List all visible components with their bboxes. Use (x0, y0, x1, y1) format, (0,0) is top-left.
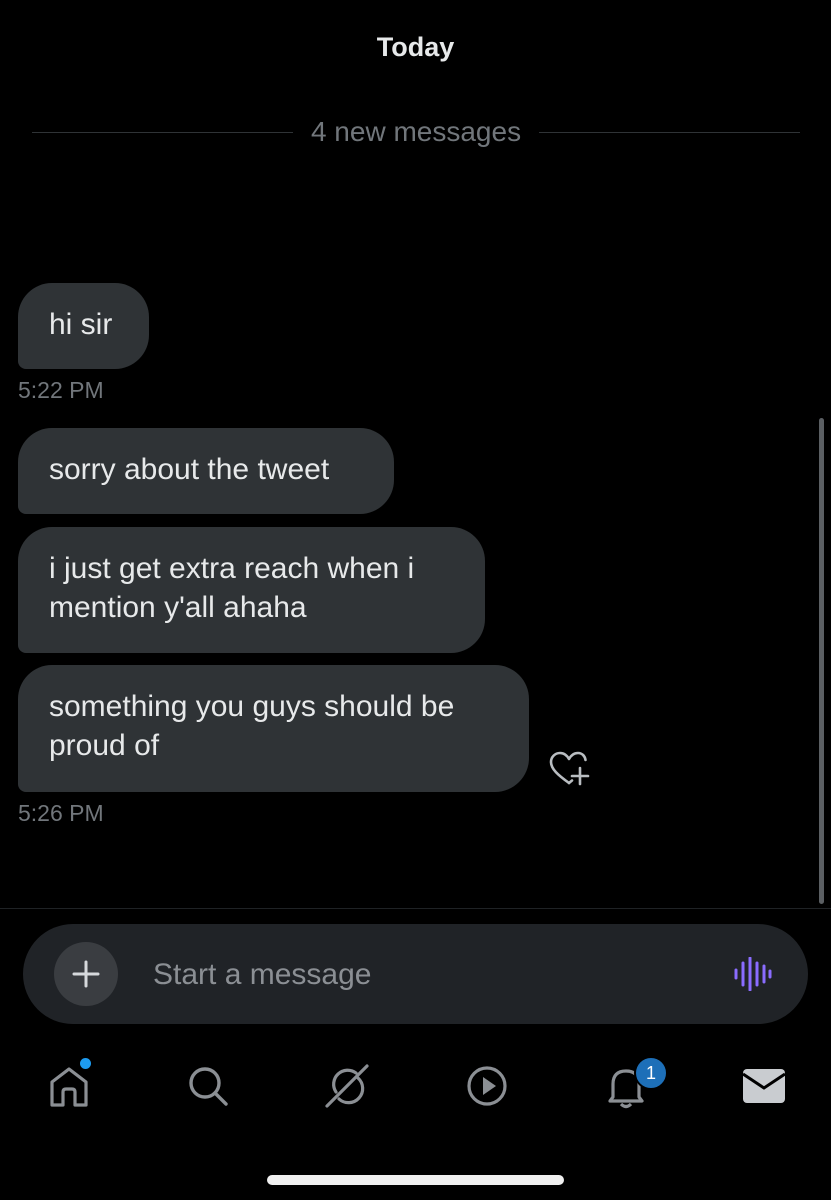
home-icon (50, 1067, 88, 1107)
new-messages-label: 4 new messages (310, 116, 522, 147)
message-composer (23, 924, 808, 1024)
notification-count-badge: 1 (634, 1056, 668, 1090)
home-notification-dot (80, 1058, 91, 1069)
tab-video[interactable] (463, 1062, 511, 1110)
message-bubble[interactable]: something you guys should be proud of (18, 665, 529, 792)
message-timestamp: 5:22 PM (18, 377, 104, 403)
message-bubble[interactable]: hi sir (18, 283, 149, 369)
voice-message-button[interactable] (733, 956, 773, 992)
tab-search[interactable] (184, 1062, 232, 1110)
message-timestamp: 5:26 PM (18, 800, 104, 826)
plus-icon (72, 960, 100, 988)
message-bubble[interactable]: sorry about the tweet (18, 428, 394, 514)
scrollbar[interactable] (819, 418, 824, 904)
message-bubble[interactable]: i just get extra reach when i mention y'… (18, 527, 485, 653)
divider-line-left (32, 131, 293, 133)
grok-icon (325, 1064, 369, 1108)
message-input[interactable] (151, 950, 715, 1000)
mail-icon (742, 1069, 786, 1103)
heart-plus-icon[interactable] (548, 750, 590, 790)
tab-grok[interactable] (323, 1062, 371, 1110)
divider-line-right (539, 131, 801, 133)
composer-separator (0, 908, 831, 909)
add-media-button[interactable] (54, 942, 118, 1006)
video-icon (467, 1066, 507, 1106)
tab-home[interactable] (45, 1062, 93, 1110)
date-header: Today (376, 32, 455, 62)
new-messages-divider: 4 new messages (32, 112, 801, 152)
bottom-tab-bar (0, 1040, 831, 1140)
audio-waveform-icon (734, 956, 772, 992)
search-icon (189, 1067, 228, 1106)
home-indicator[interactable] (267, 1175, 564, 1185)
tab-messages[interactable] (741, 1062, 789, 1110)
